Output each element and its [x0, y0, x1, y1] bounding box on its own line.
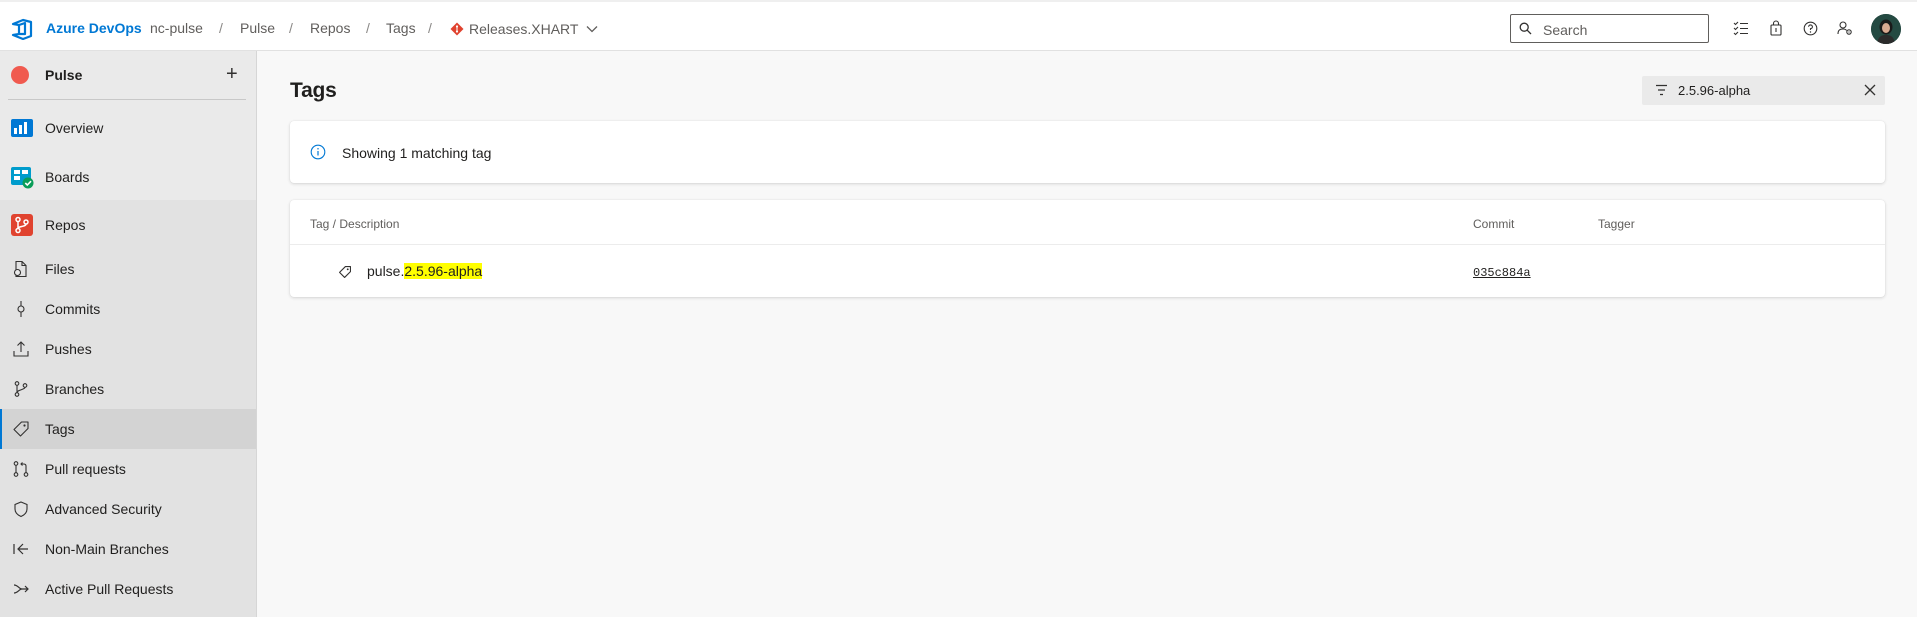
breadcrumb-tags[interactable]: Tags: [386, 20, 416, 36]
tags-table: Tag / Description Commit Tagger pulse.2.…: [290, 200, 1885, 297]
breadcrumb-separator: /: [366, 20, 370, 36]
chevron-down-icon: [586, 26, 598, 33]
project-header[interactable]: Pulse +: [0, 51, 256, 99]
sidebar-item-label: Boards: [45, 169, 90, 185]
breadcrumb-project[interactable]: Pulse: [240, 20, 275, 36]
sidebar-item-non-main-branches[interactable]: Non-Main Branches: [0, 529, 256, 569]
shield-icon: [12, 500, 30, 518]
work-items-icon[interactable]: [1732, 19, 1750, 37]
sidebar-item-label: Repos: [45, 217, 86, 233]
sidebar-item-boards[interactable]: Boards: [0, 157, 256, 197]
project-icon: [11, 66, 29, 84]
repo-selector[interactable]: Releases.XHART: [450, 19, 603, 39]
search-icon: [1519, 22, 1532, 35]
sidebar-item-label: Active Pull Requests: [45, 581, 174, 597]
left-navigation: Pulse + Overview Boards Repos Files Comm…: [0, 51, 257, 617]
info-icon: [310, 144, 326, 160]
repos-icon: [10, 213, 34, 237]
sidebar-item-label: Non-Main Branches: [45, 541, 169, 557]
sidebar-item-label: Commits: [45, 301, 101, 317]
arrow-merge-icon: [12, 580, 30, 598]
sidebar-item-files[interactable]: Files: [0, 249, 256, 289]
filter-icon: [1656, 84, 1667, 96]
breadcrumb-separator: /: [219, 20, 223, 36]
tag-name-match-highlight: 2.5.96-alpha: [404, 263, 483, 279]
sidebar-item-pull-requests[interactable]: Pull requests: [0, 449, 256, 489]
pull-request-icon: [12, 460, 30, 478]
info-message-text: Showing 1 matching tag: [342, 145, 492, 161]
azure-devops-logo-icon[interactable]: [11, 18, 33, 41]
sidebar-item-branches[interactable]: Branches: [0, 369, 256, 409]
marketplace-icon[interactable]: [1767, 19, 1785, 37]
sidebar-item-label: Files: [45, 261, 75, 277]
divider: [8, 99, 246, 100]
overview-icon: [10, 116, 34, 140]
breadcrumb-separator: /: [428, 20, 432, 36]
sidebar-item-repos[interactable]: Repos: [0, 205, 256, 245]
files-icon: [12, 260, 30, 278]
tag-icon: [339, 266, 351, 278]
search-input[interactable]: [1541, 19, 1705, 40]
close-icon[interactable]: [1864, 84, 1876, 96]
tag-icon: [12, 420, 30, 438]
page-title: Tags: [290, 79, 337, 102]
sidebar-item-tags[interactable]: Tags: [0, 409, 256, 449]
sidebar-item-label: Advanced Security: [45, 501, 162, 517]
top-bar: Azure DevOps nc-pulse / Pulse / Repos / …: [0, 0, 1917, 51]
filter-input[interactable]: 2.5.96-alpha: [1678, 83, 1750, 98]
pushes-icon: [12, 340, 30, 358]
sidebar-item-commits[interactable]: Commits: [0, 289, 256, 329]
column-header-tagger[interactable]: Tagger: [1598, 217, 1635, 231]
user-settings-icon[interactable]: [1836, 19, 1854, 37]
column-header-tag[interactable]: Tag / Description: [310, 217, 399, 231]
branch-out-icon: [12, 540, 30, 558]
sidebar-item-label: Branches: [45, 381, 105, 397]
boards-icon: [10, 165, 34, 189]
column-header-commit[interactable]: Commit: [1473, 217, 1514, 231]
sidebar-item-label: Pull requests: [45, 461, 126, 477]
sidebar-item-advanced-security[interactable]: Advanced Security: [0, 489, 256, 529]
info-message-bar: Showing 1 matching tag: [290, 121, 1885, 183]
add-button[interactable]: +: [226, 64, 238, 84]
tag-filter[interactable]: 2.5.96-alpha: [1642, 76, 1885, 105]
brand-link[interactable]: Azure DevOps: [46, 20, 142, 36]
sidebar-item-active-pull-requests[interactable]: Active Pull Requests: [0, 569, 256, 609]
sidebar-item-label: Overview: [45, 120, 104, 136]
sidebar-item-overview[interactable]: Overview: [0, 108, 256, 148]
breadcrumb-organization[interactable]: nc-pulse: [150, 20, 203, 36]
tag-name-prefix: pulse.: [367, 263, 405, 279]
git-repo-icon: [450, 22, 464, 36]
sidebar-item-label: Tags: [45, 421, 75, 437]
table-row[interactable]: pulse.2.5.96-alpha 035c884a: [290, 245, 1885, 297]
sidebar-item-pushes[interactable]: Pushes: [0, 329, 256, 369]
help-icon[interactable]: [1801, 19, 1819, 37]
repo-name: Releases.XHART: [469, 21, 579, 37]
branches-icon: [12, 380, 30, 398]
tag-name-link[interactable]: pulse.2.5.96-alpha: [367, 263, 483, 279]
breadcrumb-separator: /: [289, 20, 293, 36]
breadcrumb-repos[interactable]: Repos: [310, 20, 350, 36]
search-box[interactable]: [1510, 14, 1709, 43]
commits-icon: [12, 300, 30, 318]
sidebar-item-label: Pushes: [45, 341, 92, 357]
avatar[interactable]: [1871, 14, 1901, 44]
commit-link[interactable]: 035c884a: [1473, 266, 1531, 280]
project-name: Pulse: [45, 67, 83, 83]
